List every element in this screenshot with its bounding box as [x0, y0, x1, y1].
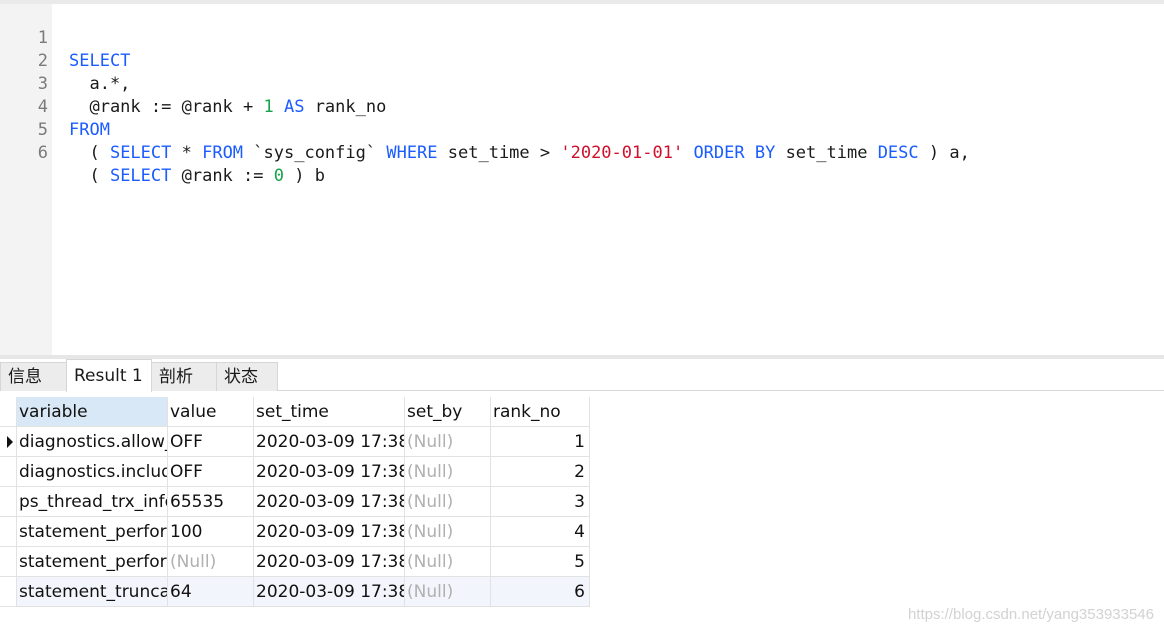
code-line-3[interactable]: 3 @rank := @rank + 1 AS rank_no — [0, 50, 1164, 117]
cell-set-time[interactable]: 2020-03-09 17:38:15 — [254, 457, 405, 487]
cell-rank-no[interactable]: 3 — [491, 487, 590, 517]
cell-set-by[interactable]: (Null) — [405, 457, 491, 487]
cell-set-time[interactable]: 2020-03-09 17:38:15 — [254, 577, 405, 607]
keyword: DESC — [877, 143, 919, 163]
cell-variable[interactable]: statement_truncate_len — [17, 577, 168, 607]
table-row[interactable]: statement_truncate_len 64 2020-03-09 17:… — [0, 577, 590, 607]
code-token: ) b — [283, 166, 325, 186]
keyword: WHERE — [386, 143, 438, 163]
code-token: ( — [69, 143, 110, 163]
sql-editor[interactable]: 1 SELECT 2 a.*, 3 @rank := @rank + 1 AS … — [0, 0, 1164, 355]
row-indicator[interactable] — [0, 457, 17, 487]
tab-profile[interactable]: 剖析 — [151, 362, 217, 391]
row-indicator[interactable] — [0, 427, 17, 457]
result-tab-bar: 信息 Result 1 剖析 状态 — [0, 359, 1164, 392]
code-token: `sys_config` — [243, 143, 387, 163]
tab-status[interactable]: 状态 — [216, 362, 278, 391]
cell-set-by[interactable]: (Null) — [405, 427, 491, 457]
row-indicator[interactable] — [0, 577, 17, 607]
code-line-4[interactable]: 4 FROM — [0, 73, 1164, 140]
table-row[interactable]: statement_performance_analyzer.limit 100… — [0, 517, 590, 547]
cell-value[interactable]: 64 — [168, 577, 254, 607]
column-header-set-time[interactable]: set_time — [254, 397, 405, 427]
line-number: 6 — [37, 143, 48, 163]
cell-value[interactable]: 65535 — [168, 487, 254, 517]
table-row[interactable]: ps_thread_trx_info.max_length 65535 2020… — [0, 487, 590, 517]
watermark: https://blog.csdn.net/yang353933546 — [907, 606, 1154, 623]
table-row[interactable]: diagnostics.allow_i_s_tables OFF 2020-03… — [0, 427, 590, 457]
column-header-value[interactable]: value — [168, 397, 254, 427]
cell-rank-no[interactable]: 6 — [491, 577, 590, 607]
code-text[interactable]: ( SELECT @rank := 0 ) b — [69, 165, 325, 188]
cell-set-time[interactable]: 2020-03-09 17:38:15 — [254, 517, 405, 547]
cell-rank-no[interactable]: 4 — [491, 517, 590, 547]
code-text[interactable]: ( SELECT * FROM `sys_config` WHERE set_t… — [69, 142, 970, 165]
cell-variable[interactable]: statement_performance_analyzer.limit — [17, 517, 168, 547]
cell-value[interactable]: (Null) — [168, 547, 254, 577]
column-header-variable[interactable]: variable — [17, 397, 168, 427]
string-literal: '2020-01-01' — [560, 143, 684, 163]
code-token: * — [171, 143, 203, 163]
code-token: ( — [69, 166, 110, 186]
cell-set-by[interactable]: (Null) — [405, 487, 491, 517]
cell-rank-no[interactable]: 5 — [491, 547, 590, 577]
cell-set-by[interactable]: (Null) — [405, 547, 491, 577]
grid-header-row: variable value set_time set_by rank_no — [0, 397, 590, 427]
code-line-1[interactable]: 1 SELECT — [0, 4, 1164, 71]
row-indicator[interactable] — [0, 547, 17, 577]
cell-set-time[interactable]: 2020-03-09 17:38:15 — [254, 427, 405, 457]
cell-variable[interactable]: statement_performance_analyzer.view — [17, 547, 168, 577]
cell-value[interactable]: 100 — [168, 517, 254, 547]
cell-rank-no[interactable]: 1 — [491, 427, 590, 457]
column-header-set-by[interactable]: set_by — [405, 397, 491, 427]
cell-value[interactable]: OFF — [168, 457, 254, 487]
code-token: set_time > — [437, 143, 561, 163]
tab-result-1[interactable]: Result 1 — [66, 359, 152, 392]
cell-variable[interactable]: diagnostics.include_raw — [17, 457, 168, 487]
cell-set-time[interactable]: 2020-03-09 17:38:15 — [254, 487, 405, 517]
cell-rank-no[interactable]: 2 — [491, 457, 590, 487]
tab-info[interactable]: 信息 — [0, 362, 67, 391]
code-token: set_time — [775, 143, 878, 163]
row-indicator[interactable] — [0, 517, 17, 547]
keyword: ORDER BY — [693, 143, 776, 163]
code-line-6[interactable]: 6 ( SELECT @rank := 0 ) b — [0, 119, 1164, 186]
table-row[interactable]: statement_performance_analyzer.view (Nul… — [0, 547, 590, 577]
cell-value[interactable]: OFF — [168, 427, 254, 457]
cell-variable[interactable]: ps_thread_trx_info.max_length — [17, 487, 168, 517]
row-indicator-header — [0, 397, 17, 427]
keyword: SELECT — [109, 166, 172, 186]
cell-set-by[interactable]: (Null) — [405, 577, 491, 607]
row-indicator[interactable] — [0, 487, 17, 517]
keyword: FROM — [202, 143, 244, 163]
code-token: ) a, — [918, 143, 970, 163]
cell-variable[interactable]: diagnostics.allow_i_s_tables — [17, 427, 168, 457]
code-line-2[interactable]: 2 a.*, — [0, 27, 1164, 94]
code-line-5[interactable]: 5 ( SELECT * FROM `sys_config` WHERE set… — [0, 96, 1164, 163]
cell-set-time[interactable]: 2020-03-09 17:38:15 — [254, 547, 405, 577]
column-header-rank-no[interactable]: rank_no — [491, 397, 590, 427]
keyword: SELECT — [109, 143, 172, 163]
number-literal: 0 — [273, 166, 284, 186]
table-row[interactable]: diagnostics.include_raw OFF 2020-03-09 1… — [0, 457, 590, 487]
cell-set-by[interactable]: (Null) — [405, 517, 491, 547]
code-token: @rank := — [171, 166, 274, 186]
current-row-arrow-icon — [7, 436, 13, 448]
